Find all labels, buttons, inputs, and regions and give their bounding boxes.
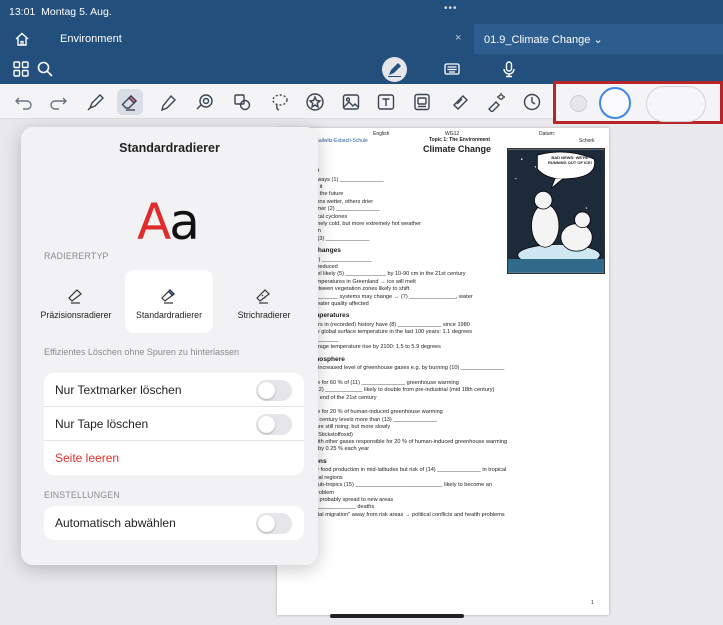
page-title: Climate Change [423, 144, 492, 154]
precision-eraser-label: Präzisionsradierer [40, 310, 112, 320]
standard-eraser-icon [160, 286, 178, 304]
tape-icon[interactable] [450, 92, 470, 112]
elements-icon[interactable] [232, 92, 252, 112]
eraser-type-selector: Präzisionsradierer Standardradierer Stri… [21, 267, 318, 333]
pen-icon[interactable] [86, 92, 106, 112]
cartoon-caption: BAD NEWS: WE'RE RUNNING OUT OF ICE! [548, 155, 592, 165]
eraser-icon[interactable] [117, 89, 143, 115]
multitasking-dots[interactable]: ••• [444, 3, 458, 14]
highlighter-only-label: Nur Textmarker löschen [55, 383, 182, 397]
page-header-date: Datum: [539, 131, 556, 137]
tab-bar: Environment × 01.9_Climate Change ⌄ [0, 24, 723, 54]
laser-pointer-icon[interactable] [486, 92, 506, 113]
stroke-eraser-option[interactable]: Strichradierer [215, 270, 313, 333]
stroke-eraser-icon [255, 286, 273, 304]
clear-page-button[interactable]: Seite leeren [44, 441, 304, 475]
clear-page-label: Seite leeren [55, 451, 120, 465]
lasso-icon[interactable] [270, 92, 290, 112]
standard-eraser-option[interactable]: Standardradierer [125, 270, 213, 333]
eraser-preview-text: Aa [137, 193, 200, 251]
worksheet-line: o levels of (12) ____________ likely to … [287, 387, 495, 394]
shapes-icon[interactable] [195, 92, 215, 112]
tape-only-row[interactable]: Nur Tape löschen [44, 407, 304, 441]
tab-document-active[interactable]: 01.9_Climate Change ⌄ [474, 24, 723, 54]
keyboard-icon[interactable] [443, 60, 461, 78]
eraser-type-label: RADIERERTYP [44, 251, 109, 261]
eraser-options-group: Nur Textmarker löschen Nur Tape löschen … [44, 373, 304, 475]
status-time: 13:01 Montag 5. Aug. [9, 6, 112, 18]
redo-icon[interactable] [48, 92, 68, 112]
pencil-circle-icon[interactable] [382, 57, 407, 82]
document-page[interactable]: English WG12 Datum: Gallwitz-Esbach-Schu… [277, 128, 609, 615]
page-number: 1 [591, 600, 594, 606]
highlighter-only-row[interactable]: Nur Textmarker löschen [44, 373, 304, 407]
close-tab-icon[interactable]: × [455, 32, 461, 44]
eraser-description: Effizientes Löschen ohne Spuren zu hinte… [44, 347, 239, 357]
settings-group: Automatisch abwählen [44, 506, 304, 540]
page-header-subject: English [373, 131, 390, 137]
tape-only-label: Nur Tape löschen [55, 417, 149, 431]
worksheet-line: o together with other gases responsible … [287, 439, 508, 445]
eraser-size-small[interactable] [570, 95, 587, 112]
eraser-size-large[interactable] [646, 86, 706, 122]
undo-icon[interactable] [14, 92, 34, 112]
tape-only-toggle[interactable] [256, 414, 292, 435]
star-icon[interactable] [305, 92, 325, 112]
home-icon[interactable] [14, 31, 30, 47]
status-bar: 13:01 Montag 5. Aug. ••• [0, 0, 723, 24]
text-icon[interactable] [376, 92, 396, 112]
auto-deselect-label: Automatisch abwählen [55, 516, 176, 530]
precision-eraser-option[interactable]: Präzisionsradierer [27, 270, 125, 333]
image-icon[interactable] [341, 92, 361, 112]
tab-document-label: 01.9_Climate Change ⌄ [484, 34, 603, 46]
highlighter-icon[interactable] [158, 92, 178, 112]
popover-title: Standardradierer [119, 141, 220, 155]
search-icon[interactable] [36, 60, 54, 78]
page-topic: Topic 1: The Environment [429, 137, 491, 143]
highlighter-only-toggle[interactable] [256, 380, 292, 401]
eraser-size-medium-selected[interactable] [599, 87, 631, 119]
polar-bear-cartoon: BAD NEWS: WE'RE RUNNING OUT OF ICE! [507, 148, 605, 274]
precision-eraser-icon [67, 286, 85, 304]
stroke-eraser-label: Strichradierer [237, 310, 291, 320]
grid-icon[interactable] [12, 60, 30, 78]
eraser-size-selector-highlight [553, 81, 723, 124]
standard-eraser-label: Standardradierer [135, 310, 202, 320]
tab-environment[interactable]: Environment [60, 33, 122, 45]
home-indicator[interactable] [330, 614, 464, 618]
page-school: Gallwitz-Esbach-Schule [315, 138, 368, 144]
settings-label: EINSTELLUNGEN [44, 490, 120, 500]
page-name: Schork [579, 138, 595, 144]
auto-deselect-row[interactable]: Automatisch abwählen [44, 506, 304, 540]
scan-icon[interactable] [412, 92, 432, 112]
eraser-popover: Standardradierer Aa RADIERERTYP Präzisio… [21, 127, 318, 565]
microphone-icon[interactable] [500, 60, 518, 78]
clock-icon[interactable] [522, 92, 542, 112]
auto-deselect-toggle[interactable] [256, 513, 292, 534]
nav-bar [0, 54, 723, 84]
